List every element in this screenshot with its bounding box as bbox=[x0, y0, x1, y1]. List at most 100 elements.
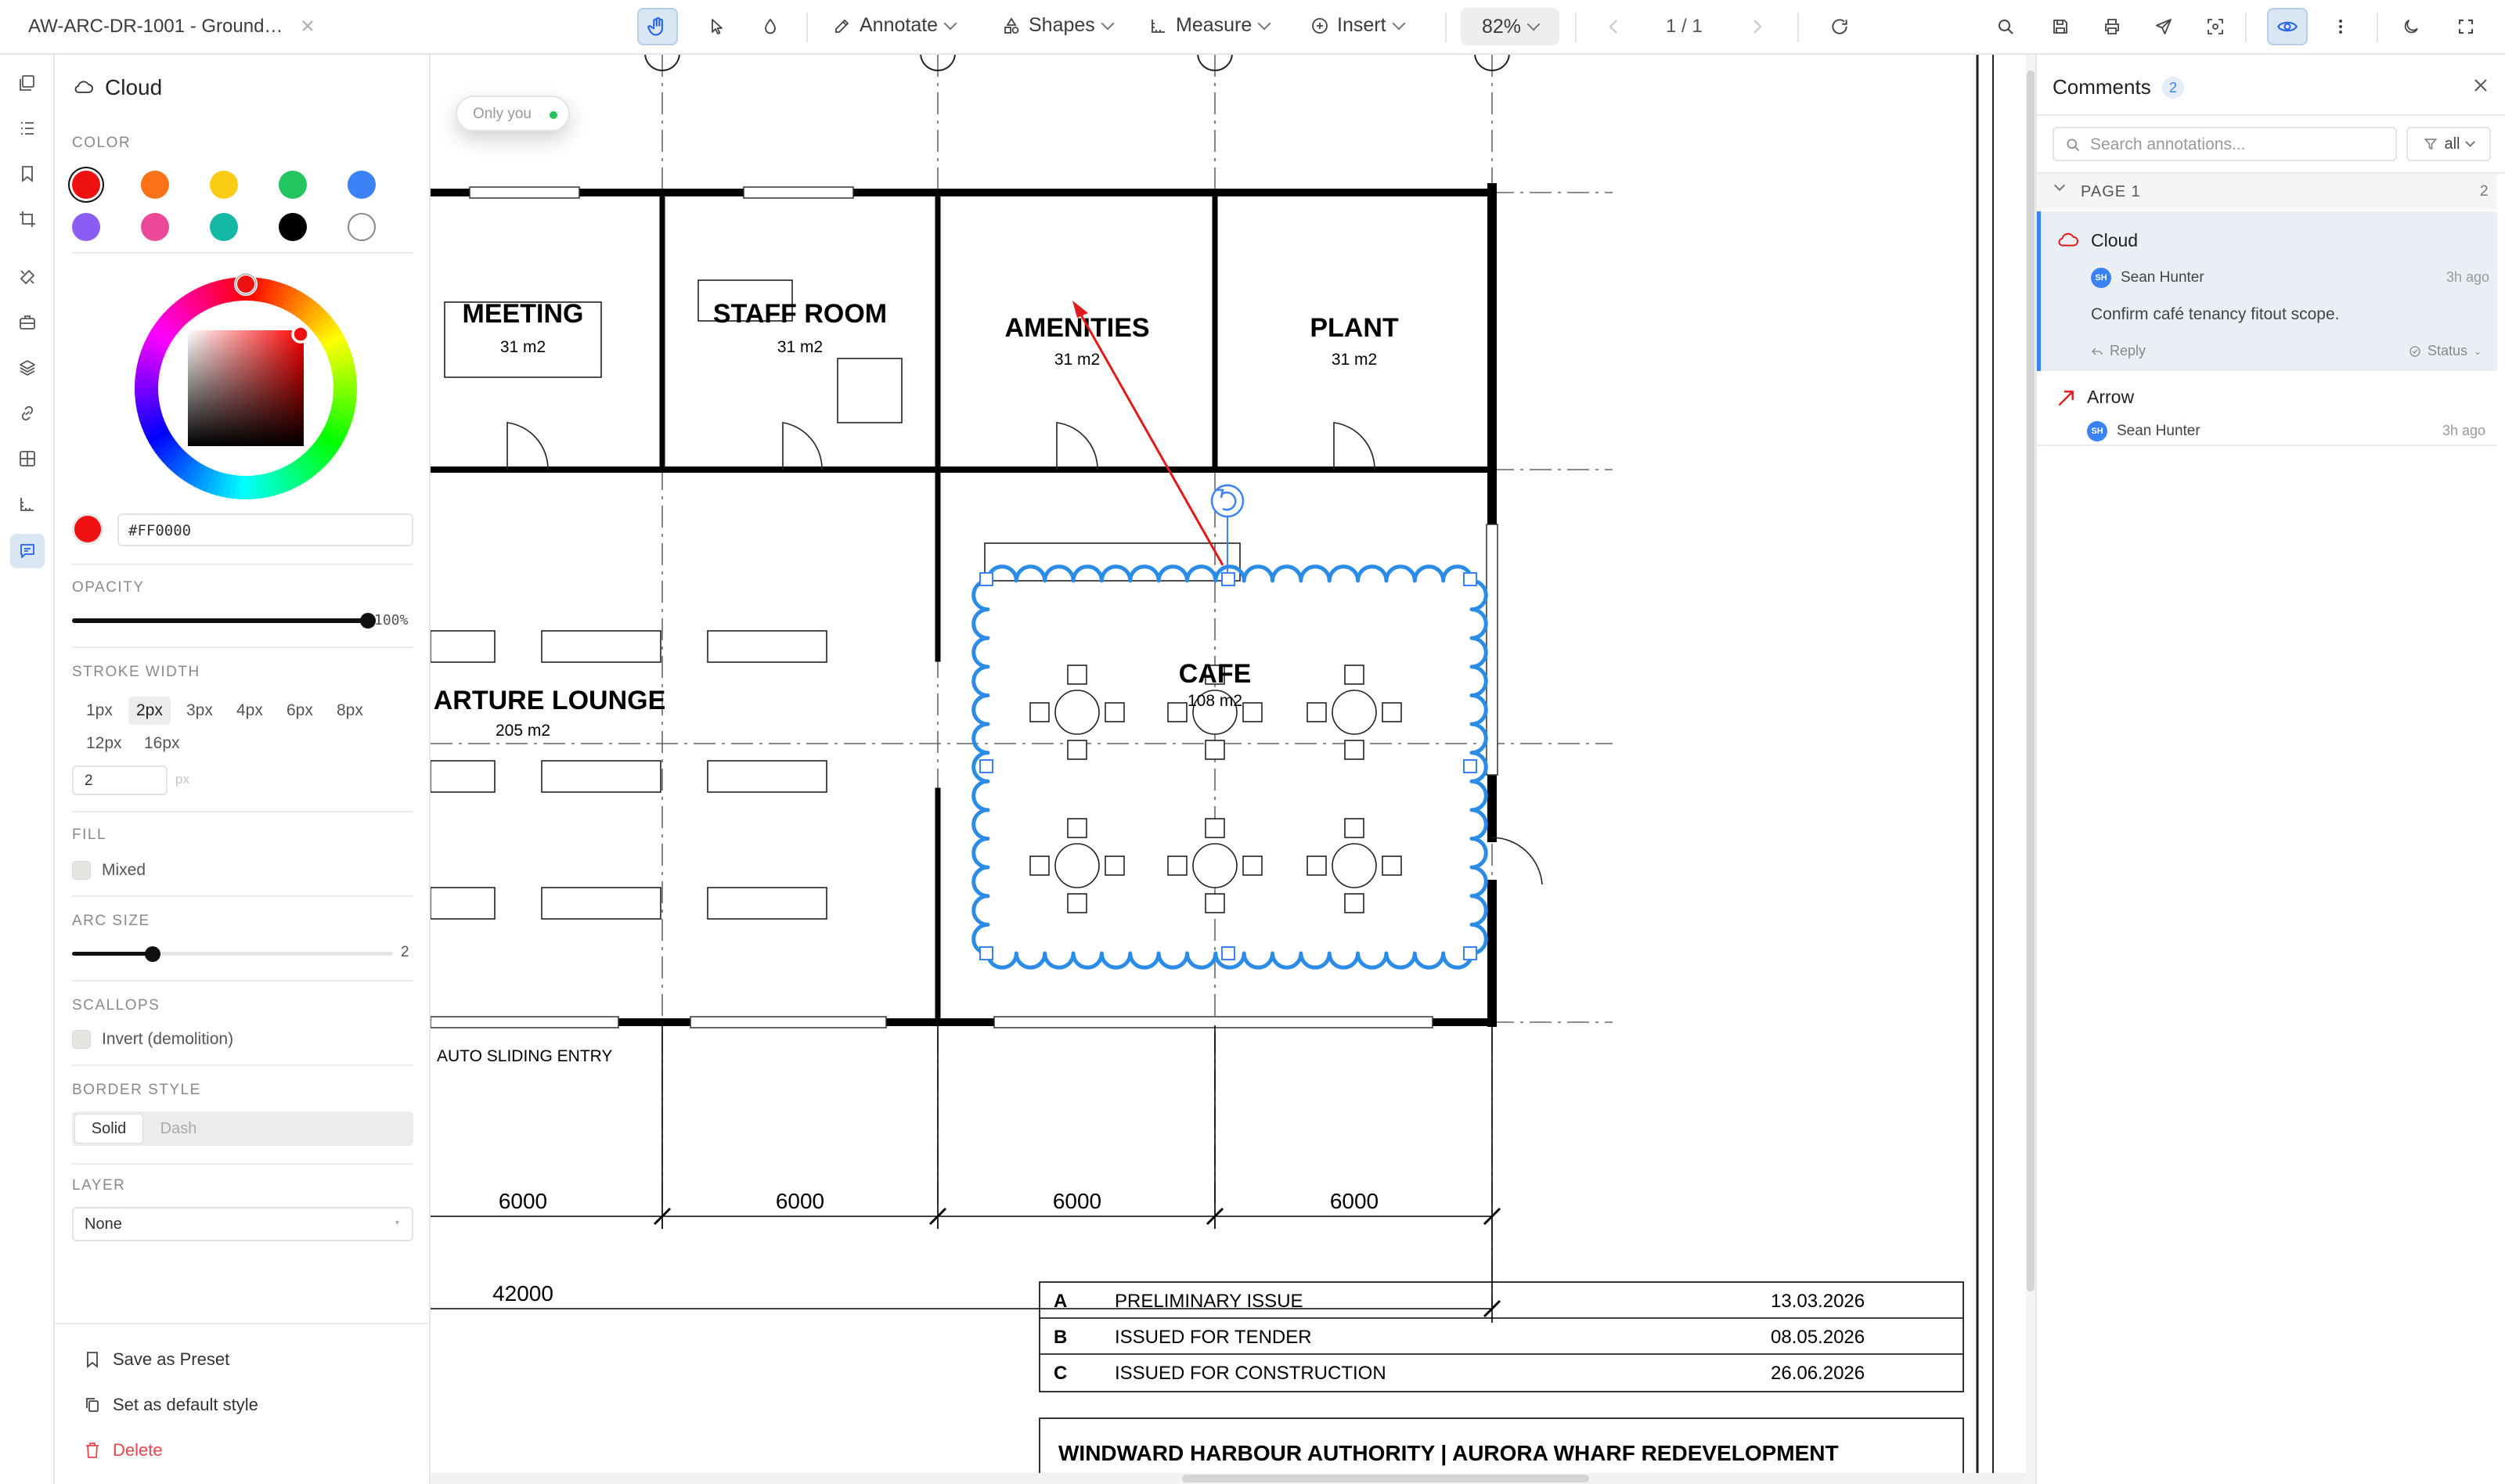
save-button[interactable] bbox=[2045, 11, 2076, 42]
links-button[interactable] bbox=[10, 396, 45, 430]
stroke-width-input[interactable]: 2 bbox=[72, 765, 168, 795]
stroke-option[interactable]: 1px bbox=[78, 697, 121, 725]
horizontal-scrollbar[interactable] bbox=[431, 1473, 2027, 1484]
color-wheel-picker[interactable] bbox=[128, 271, 363, 510]
arc-slider-thumb[interactable] bbox=[144, 946, 160, 962]
resize-handle[interactable] bbox=[1463, 946, 1477, 960]
view-toggle-button[interactable] bbox=[2267, 8, 2308, 45]
border-dash-button[interactable]: Dash bbox=[144, 1114, 213, 1144]
zoom-dropdown[interactable]: 82% bbox=[1461, 8, 1559, 45]
divider bbox=[72, 647, 413, 648]
color-swatch[interactable] bbox=[279, 171, 307, 199]
visibility-pill[interactable]: Only you bbox=[456, 95, 570, 131]
resize-handle[interactable] bbox=[979, 759, 993, 773]
color-swatch[interactable] bbox=[141, 213, 169, 241]
avatar: SH bbox=[2091, 268, 2111, 288]
next-page-icon[interactable] bbox=[1749, 17, 1764, 40]
delete-button[interactable]: Delete bbox=[85, 1440, 163, 1461]
copy-icon bbox=[86, 1398, 99, 1412]
search-button[interactable] bbox=[1990, 11, 2021, 42]
vertical-scrollbar[interactable] bbox=[2026, 55, 2035, 1484]
fullscreen-button[interactable] bbox=[2450, 11, 2482, 42]
close-doc-icon[interactable] bbox=[301, 19, 315, 37]
hex-input[interactable]: #FF0000 bbox=[117, 513, 413, 546]
save-preset-button[interactable]: Save as Preset bbox=[85, 1349, 229, 1370]
comment-time: 3h ago bbox=[2446, 269, 2490, 285]
stroke-option[interactable]: 12px bbox=[78, 729, 130, 758]
dark-mode-button[interactable] bbox=[2395, 11, 2427, 42]
search-annotations-box[interactable]: Search annotations... bbox=[2053, 127, 2397, 161]
select-tool-button[interactable] bbox=[700, 9, 734, 44]
stroke-option[interactable]: 4px bbox=[229, 697, 271, 725]
tools-button[interactable] bbox=[10, 260, 45, 294]
ink-tool-button[interactable] bbox=[753, 9, 788, 44]
measure-dropdown[interactable]: Measure bbox=[1149, 14, 1271, 37]
color-swatch[interactable] bbox=[72, 171, 100, 199]
comment-card-arrow[interactable]: Arrow SH Sean Hunter 3h ago bbox=[2037, 371, 2497, 446]
close-panel-icon[interactable] bbox=[2472, 77, 2489, 98]
floor-plan-drawing: MEETING 31 m2 STAFF ROOM 31 m2 AMENITIES… bbox=[431, 55, 1994, 1484]
link-icon bbox=[21, 405, 34, 421]
prev-page-icon[interactable] bbox=[1606, 17, 1622, 40]
comment-card-cloud[interactable]: Cloud SH Sean Hunter 3h ago Confirm café… bbox=[2037, 211, 2497, 371]
stroke-option[interactable]: 3px bbox=[178, 697, 221, 725]
crop-button[interactable] bbox=[10, 202, 45, 236]
insert-dropdown[interactable]: Insert bbox=[1310, 14, 1406, 37]
bookmark-icon bbox=[87, 1352, 98, 1368]
status-dropdown[interactable]: Status ⌄ bbox=[2409, 343, 2482, 359]
fill-checkbox[interactable] bbox=[72, 861, 91, 880]
shapes-dropdown[interactable]: Shapes bbox=[1002, 14, 1115, 37]
print-button[interactable] bbox=[2096, 11, 2128, 42]
resize-handle[interactable] bbox=[979, 946, 993, 960]
opacity-slider-thumb[interactable] bbox=[360, 613, 376, 629]
capture-button[interactable] bbox=[2200, 11, 2231, 42]
resize-handle[interactable] bbox=[979, 572, 993, 586]
border-solid-button[interactable]: Solid bbox=[74, 1114, 143, 1144]
layers-button[interactable] bbox=[10, 351, 45, 385]
invert-checkbox[interactable] bbox=[72, 1030, 91, 1049]
stroke-option[interactable]: 2px bbox=[128, 697, 171, 725]
color-swatch[interactable] bbox=[141, 171, 169, 199]
pan-tool-button[interactable] bbox=[637, 8, 678, 45]
measure-panel-button[interactable] bbox=[10, 487, 45, 521]
opacity-slider-track[interactable] bbox=[72, 618, 368, 623]
filter-dropdown[interactable]: all bbox=[2406, 127, 2491, 161]
send-button[interactable] bbox=[2148, 11, 2179, 42]
arc-slider-track[interactable] bbox=[72, 952, 393, 956]
grid-button[interactable] bbox=[10, 441, 45, 476]
set-default-button[interactable]: Set as default style bbox=[85, 1395, 258, 1415]
stroke-option[interactable]: 6px bbox=[279, 697, 321, 725]
annotate-dropdown[interactable]: Annotate bbox=[833, 14, 957, 37]
resize-handle[interactable] bbox=[1463, 572, 1477, 586]
horizontal-scroll-thumb[interactable] bbox=[1182, 1475, 1589, 1482]
pencil-icon bbox=[835, 19, 849, 33]
expand-icon bbox=[2459, 20, 2473, 34]
color-swatch[interactable] bbox=[348, 171, 376, 199]
more-options-button[interactable] bbox=[2325, 11, 2356, 42]
color-swatch[interactable] bbox=[279, 213, 307, 241]
search-annotations-input[interactable]: Search annotations... bbox=[2090, 135, 2245, 154]
reply-button[interactable]: Reply bbox=[2091, 343, 2146, 359]
color-swatch[interactable] bbox=[210, 171, 238, 199]
resize-handle[interactable] bbox=[1221, 572, 1235, 586]
layer-select[interactable]: None ▾ bbox=[72, 1207, 413, 1241]
thumbnails-button[interactable] bbox=[10, 66, 45, 100]
vertical-scroll-thumb[interactable] bbox=[2027, 70, 2035, 1291]
current-color-swatch[interactable] bbox=[72, 513, 103, 545]
fill-option-label: Mixed bbox=[102, 861, 146, 879]
comments-panel-button[interactable] bbox=[10, 534, 45, 568]
resize-handle[interactable] bbox=[1221, 946, 1235, 960]
stroke-option[interactable]: 16px bbox=[136, 729, 188, 758]
refresh-button[interactable] bbox=[1824, 11, 1855, 42]
divider bbox=[72, 895, 413, 897]
outline-button[interactable] bbox=[10, 111, 45, 146]
page-group-header[interactable]: PAGE 1 2 bbox=[2037, 174, 2497, 210]
color-swatch[interactable] bbox=[72, 213, 100, 241]
color-swatch[interactable] bbox=[348, 213, 376, 241]
document-canvas[interactable]: MEETING 31 m2 STAFF ROOM 31 m2 AMENITIES… bbox=[431, 55, 2035, 1484]
color-swatch[interactable] bbox=[210, 213, 238, 241]
resize-handle[interactable] bbox=[1463, 759, 1477, 773]
bookmarks-button[interactable] bbox=[10, 157, 45, 191]
briefcase-button[interactable] bbox=[10, 305, 45, 340]
stroke-option[interactable]: 8px bbox=[329, 697, 371, 725]
